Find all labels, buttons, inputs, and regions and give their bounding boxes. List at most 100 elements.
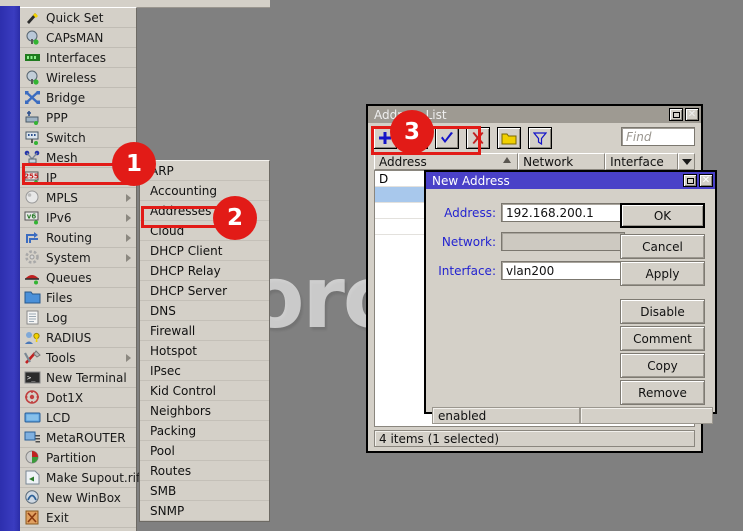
interface-field-row: Interface: vlan200 xyxy=(430,261,641,280)
ok-button[interactable]: OK xyxy=(620,203,705,228)
sidebar-item-interfaces[interactable]: Interfaces xyxy=(20,48,136,68)
sidebar-item-ppp[interactable]: PPP xyxy=(20,108,136,128)
ip-submenu-dhcp-server[interactable]: DHCP Server xyxy=(140,281,269,301)
ip-submenu-label: DHCP Server xyxy=(150,284,227,298)
system-icon xyxy=(24,250,41,265)
network-field-label: Network: xyxy=(430,235,496,249)
column-header-interface[interactable]: Interface xyxy=(605,153,678,170)
sidebar-item-label: Wireless xyxy=(46,71,96,85)
ip-submenu-label: Packing xyxy=(150,424,196,438)
ip-submenu-dhcp-relay[interactable]: DHCP Relay xyxy=(140,261,269,281)
column-header-address[interactable]: Address xyxy=(374,153,518,170)
apply-button[interactable]: Apply xyxy=(620,261,705,286)
address-list-filter-button[interactable] xyxy=(528,127,552,149)
sidebar-item-radius[interactable]: RADIUS xyxy=(20,328,136,348)
sidebar-item-new-winbox[interactable]: New WinBox xyxy=(20,488,136,508)
ip-submenu-label: DHCP Client xyxy=(150,244,222,258)
column-chooser-button[interactable] xyxy=(678,153,695,170)
ip-submenu-label: SMB xyxy=(150,484,176,498)
sidebar-item-label: Dot1X xyxy=(46,391,83,405)
ip-submenu-label: SNMP xyxy=(150,504,184,518)
address-list-comment-button[interactable] xyxy=(497,127,521,149)
sidebar-item-mpls[interactable]: MPLS xyxy=(20,188,136,208)
ip-submenu-label: Hotspot xyxy=(150,344,197,358)
ip-submenu-ipsec[interactable]: IPsec xyxy=(140,361,269,381)
disable-button[interactable]: Disable xyxy=(620,299,705,324)
sidebar-item-log[interactable]: Log xyxy=(20,308,136,328)
sidebar-item-partition[interactable]: Partition xyxy=(20,448,136,468)
ip-submenu-label: Accounting xyxy=(150,184,217,198)
winbox-app-window: ForoISP RouterOS WinBox Quick SetCAPsMAN… xyxy=(0,0,743,531)
sidebar-item-files[interactable]: Files xyxy=(20,288,136,308)
annotation-marker-2: 2 xyxy=(213,196,257,240)
address-list-enable-button[interactable] xyxy=(435,127,459,149)
supout-icon xyxy=(24,470,41,485)
cancel-button[interactable]: Cancel xyxy=(620,234,705,259)
new-address-status-bar: enabled xyxy=(432,407,713,424)
ip-submenu-pool[interactable]: Pool xyxy=(140,441,269,461)
sidebar-item-lcd[interactable]: LCD xyxy=(20,408,136,428)
interface-input[interactable]: vlan200 xyxy=(501,261,625,280)
ip-submenu-neighbors[interactable]: Neighbors xyxy=(140,401,269,421)
sidebar-item-wireless[interactable]: Wireless xyxy=(20,68,136,88)
new-address-titlebar[interactable]: New Address ✕ xyxy=(426,172,715,189)
comment-button[interactable]: Comment xyxy=(620,326,705,351)
svg-text:>_: >_ xyxy=(27,374,36,382)
ip-icon: 255 xyxy=(24,170,41,185)
sidebar-item-system[interactable]: System xyxy=(20,248,136,268)
address-list-find-input[interactable]: Find xyxy=(621,127,695,146)
sidebar-item-exit[interactable]: Exit xyxy=(20,508,136,528)
ip-submenu-snmp[interactable]: SNMP xyxy=(140,501,269,521)
remove-button[interactable]: Remove xyxy=(620,380,705,405)
ip-submenu-routes[interactable]: Routes xyxy=(140,461,269,481)
sidebar-item-queues[interactable]: Queues xyxy=(20,268,136,288)
sidebar-item-dot1x[interactable]: Dot1X xyxy=(20,388,136,408)
sidebar-item-quick-set[interactable]: Quick Set xyxy=(20,8,136,28)
ip-submenu-smb[interactable]: SMB xyxy=(140,481,269,501)
chevron-right-icon xyxy=(126,194,131,202)
network-input[interactable] xyxy=(501,232,625,251)
close-icon[interactable]: ✕ xyxy=(699,174,713,187)
capsman-icon xyxy=(24,30,41,45)
ip-submenu-accounting[interactable]: Accounting xyxy=(140,181,269,201)
maximize-icon[interactable] xyxy=(683,174,697,187)
maximize-icon[interactable] xyxy=(669,108,683,121)
address-field-row: Address: 192.168.200.1 xyxy=(430,203,637,222)
address-list-column-headers: Address Network Interface xyxy=(374,153,695,170)
row-flag: D xyxy=(375,172,393,186)
ip-submenu-firewall[interactable]: Firewall xyxy=(140,321,269,341)
new-address-state: enabled xyxy=(432,407,580,424)
sidebar-item-metarouter[interactable]: MetaROUTER xyxy=(20,428,136,448)
sidebar-item-new-terminal[interactable]: >_New Terminal xyxy=(20,368,136,388)
main-menu-sidebar: Quick Set CAPsMAN Interfaces Wireless Bridge… xyxy=(20,7,137,531)
chevron-right-icon xyxy=(126,234,131,242)
sidebar-item-ipv6[interactable]: v6IPv6 xyxy=(20,208,136,228)
copy-button[interactable]: Copy xyxy=(620,353,705,378)
ip-submenu-kid-control[interactable]: Kid Control xyxy=(140,381,269,401)
address-list-disable-button[interactable] xyxy=(466,127,490,149)
sidebar-item-label: CAPsMAN xyxy=(46,31,103,45)
dot1x-icon xyxy=(24,390,41,405)
sidebar-item-tools[interactable]: Tools xyxy=(20,348,136,368)
annotation-marker-1: 1 xyxy=(112,142,156,186)
column-header-network[interactable]: Network xyxy=(518,153,605,170)
sidebar-item-bridge[interactable]: Bridge xyxy=(20,88,136,108)
ip-submenu-label: Kid Control xyxy=(150,384,216,398)
column-header-network-label: Network xyxy=(523,155,573,169)
new-address-title: New Address xyxy=(432,174,681,188)
sidebar-item-make-supout-rif[interactable]: Make Supout.rif xyxy=(20,468,136,488)
sidebar-item-switch[interactable]: Switch xyxy=(20,128,136,148)
new-address-message xyxy=(580,407,713,424)
ip-submenu-hotspot[interactable]: Hotspot xyxy=(140,341,269,361)
sidebar-item-label: New WinBox xyxy=(46,491,121,505)
ip-submenu-arp[interactable]: ARP xyxy=(140,161,269,181)
ip-submenu-packing[interactable]: Packing xyxy=(140,421,269,441)
close-icon[interactable]: ✕ xyxy=(685,108,699,121)
chevron-right-icon xyxy=(126,214,131,222)
ip-submenu-dhcp-client[interactable]: DHCP Client xyxy=(140,241,269,261)
sidebar-item-capsman[interactable]: CAPsMAN xyxy=(20,28,136,48)
sidebar-item-routing[interactable]: Routing xyxy=(20,228,136,248)
chevron-down-icon xyxy=(682,159,692,165)
ip-submenu-dns[interactable]: DNS xyxy=(140,301,269,321)
address-input[interactable]: 192.168.200.1 xyxy=(501,203,637,222)
